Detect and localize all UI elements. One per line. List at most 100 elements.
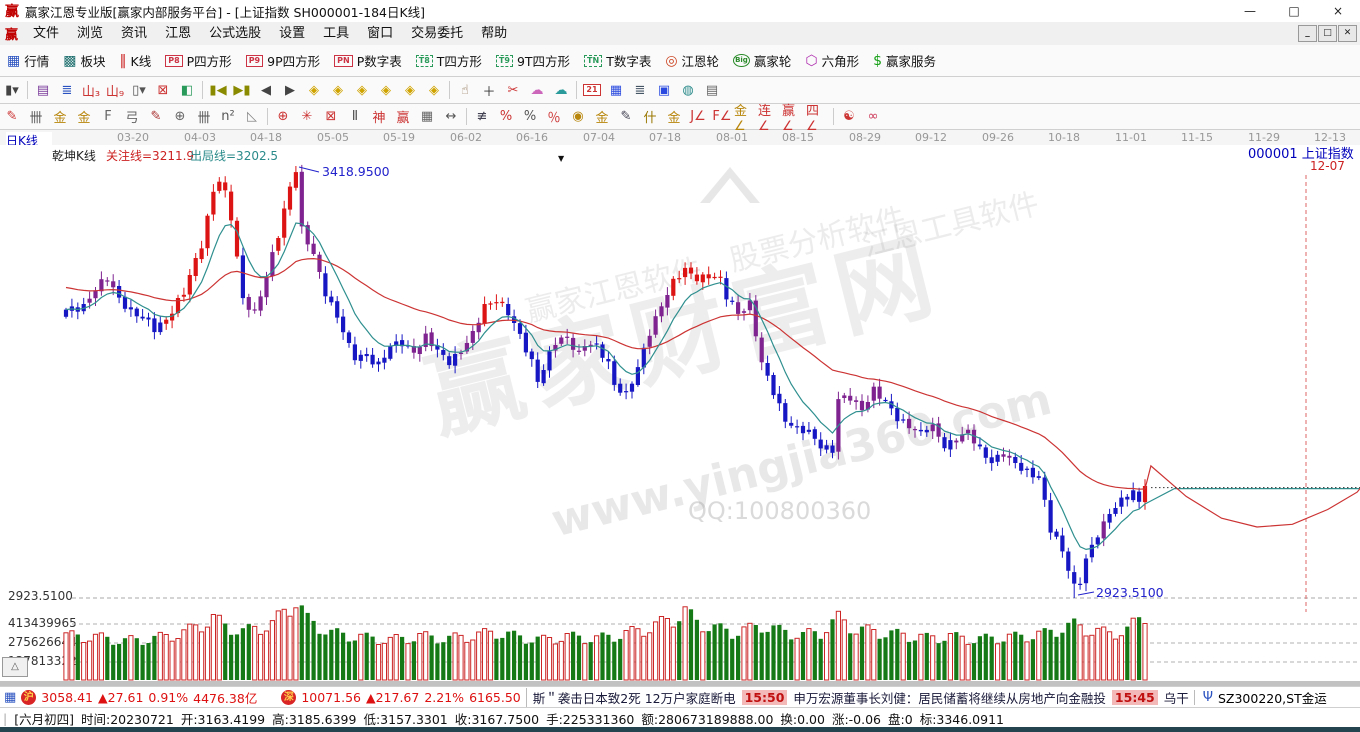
menu-item-浏览[interactable]: 浏览: [68, 22, 112, 45]
gann-diamond-left-button[interactable]: ◈: [302, 77, 326, 103]
t-square-button[interactable]: T8T四方形: [409, 45, 489, 76]
shi-tool-button[interactable]: 什: [638, 104, 662, 129]
maximize-button[interactable]: □: [1272, 0, 1316, 22]
candlestick-chart[interactable]: [0, 145, 1360, 686]
prev-bar-button[interactable]: ◀: [254, 77, 278, 103]
gann-diamond-star-button[interactable]: ◈: [422, 77, 446, 103]
9p-square-button[interactable]: P99P四方形: [239, 45, 327, 76]
gann-diamond-x-button[interactable]: ◈: [374, 77, 398, 103]
mdi-minimize-button[interactable]: _: [1298, 25, 1317, 42]
menu-item-窗口[interactable]: 窗口: [358, 22, 402, 45]
percent-line-button[interactable]: ％: [542, 104, 566, 129]
candle-dropdown-button[interactable]: ▯▾: [127, 77, 151, 103]
grid-x-button[interactable]: ⊠: [151, 77, 175, 103]
menu-item-资讯[interactable]: 资讯: [112, 22, 156, 45]
f-angle-button[interactable]: F∠: [710, 104, 734, 129]
info-list-button[interactable]: ≣: [55, 77, 79, 103]
gold-grid2-button[interactable]: 金: [72, 104, 96, 129]
angle-ruler-button[interactable]: ◺: [240, 104, 264, 129]
news-headline-1[interactable]: 斯＂袭击日本致2死 12万户家庭断电: [533, 688, 736, 707]
calendar-button[interactable]: 21: [580, 77, 604, 103]
p-table-button[interactable]: PNP数字表: [327, 45, 409, 76]
j-angle-button[interactable]: J∠: [686, 104, 710, 129]
gann-diamond-plus-button[interactable]: ◈: [398, 77, 422, 103]
bars9-button[interactable]: 山₉: [103, 77, 127, 103]
pen2-tool-button[interactable]: ✎: [144, 104, 168, 129]
ying-tool-button[interactable]: 赢: [391, 104, 415, 129]
bow-tool-button[interactable]: 弓: [120, 104, 144, 129]
save-button[interactable]: ▣: [652, 77, 676, 103]
pen-tool-button[interactable]: ✎: [0, 104, 24, 129]
bars3-button[interactable]: 山₃: [79, 77, 103, 103]
ink-pen-button[interactable]: ✎: [614, 104, 638, 129]
shen-tool-button[interactable]: 神: [367, 104, 391, 129]
e-wave-button[interactable]: ≢: [470, 104, 494, 129]
calculator-button[interactable]: ▦: [604, 77, 628, 103]
gann-diamond-lr-button[interactable]: ◈: [350, 77, 374, 103]
pillar-tool-button[interactable]: Ⅱ: [343, 104, 367, 129]
grid-tool-button[interactable]: 卌: [24, 104, 48, 129]
mdi-close-button[interactable]: ✕: [1338, 25, 1357, 42]
quotes-button[interactable]: ▦行情: [0, 45, 56, 76]
gold-angle0-button[interactable]: 金: [662, 104, 686, 129]
t-table-button[interactable]: TNT数字表: [577, 45, 658, 76]
news-headline-2[interactable]: 申万宏源董事长刘健：居民储蓄将继续从房地产向金融投: [793, 688, 1106, 707]
mdi-restore-button[interactable]: □: [1318, 25, 1337, 42]
scissors-button[interactable]: ✂: [501, 77, 525, 103]
menu-item-公式选股[interactable]: 公式选股: [200, 22, 270, 45]
gann-circle-button[interactable]: ⊕: [271, 104, 295, 129]
gann-star-button[interactable]: ✳: [295, 104, 319, 129]
save-net-button[interactable]: ◍: [676, 77, 700, 103]
chart-window-button[interactable]: ▤: [31, 77, 55, 103]
si-angle-button[interactable]: 四∠: [806, 104, 830, 129]
brain-teal-button[interactable]: ☁: [549, 77, 573, 103]
circle-grid-button[interactable]: ⊕: [168, 104, 192, 129]
gann-box-button[interactable]: ⊠: [319, 104, 343, 129]
width-tool-button[interactable]: ↔: [439, 104, 463, 129]
lian-angle-button[interactable]: 连∠: [758, 104, 782, 129]
9t-square-button[interactable]: T99T四方形: [489, 45, 577, 76]
percent-red-button[interactable]: %: [494, 104, 518, 129]
gold-line-button[interactable]: 金: [590, 104, 614, 129]
sectors-button[interactable]: ▩板块: [56, 45, 112, 76]
first-page-button[interactable]: ▮◀: [206, 77, 230, 103]
kline-style-dropdown[interactable]: ▮▾: [0, 77, 24, 103]
menu-item-帮助[interactable]: 帮助: [472, 22, 516, 45]
last-page-button[interactable]: ▶▮: [230, 77, 254, 103]
percent-button[interactable]: %: [518, 104, 542, 129]
f-grid-button[interactable]: F: [96, 104, 120, 129]
next-bar-button[interactable]: ▶: [278, 77, 302, 103]
brain-pink-button[interactable]: ☁: [525, 77, 549, 103]
pane-toggle-button[interactable]: △: [2, 657, 28, 677]
menu-item-江恩[interactable]: 江恩: [156, 22, 200, 45]
color-chart-button[interactable]: ◧: [175, 77, 199, 103]
notebook-button[interactable]: ≣: [628, 77, 652, 103]
stock-ticker-label[interactable]: SZ300220,ST金运: [1218, 688, 1327, 707]
winner-wheel-button[interactable]: Big赢家轮: [726, 45, 798, 76]
grid2-tool-button[interactable]: 卌: [192, 104, 216, 129]
infinity-button[interactable]: ∞: [861, 104, 885, 129]
menu-item-工具[interactable]: 工具: [314, 22, 358, 45]
gold-angle-button[interactable]: 金∠: [734, 104, 758, 129]
winner-service-button[interactable]: $赢家服务: [866, 45, 943, 76]
n-square-button[interactable]: n²: [216, 104, 240, 129]
close-button[interactable]: ×: [1316, 0, 1360, 22]
gann-wheel-button[interactable]: ◎江恩轮: [658, 45, 726, 76]
print-button[interactable]: ▤: [700, 77, 724, 103]
crosshair-button[interactable]: ＋: [477, 77, 501, 103]
menu-item-交易委托[interactable]: 交易委托: [402, 22, 472, 45]
p-square-button[interactable]: P8P四方形: [158, 45, 238, 76]
hand-tool-button[interactable]: ☝: [453, 77, 477, 103]
news-headline-3[interactable]: 乌干: [1164, 688, 1189, 707]
kline-button[interactable]: ‖K线: [113, 45, 159, 76]
gold-circle-button[interactable]: ◉: [566, 104, 590, 129]
yinyang-button[interactable]: ☯: [837, 104, 861, 129]
big-grid-button[interactable]: ▦: [415, 104, 439, 129]
menu-item-设置[interactable]: 设置: [270, 22, 314, 45]
gold-grid-button[interactable]: 金: [48, 104, 72, 129]
hexagon-button[interactable]: ⬡六角形: [798, 45, 866, 76]
ying-angle-button[interactable]: 赢∠: [782, 104, 806, 129]
gann-diamond-right-button[interactable]: ◈: [326, 77, 350, 103]
menu-item-文件[interactable]: 文件: [24, 22, 68, 45]
minimize-button[interactable]: —: [1228, 0, 1272, 22]
